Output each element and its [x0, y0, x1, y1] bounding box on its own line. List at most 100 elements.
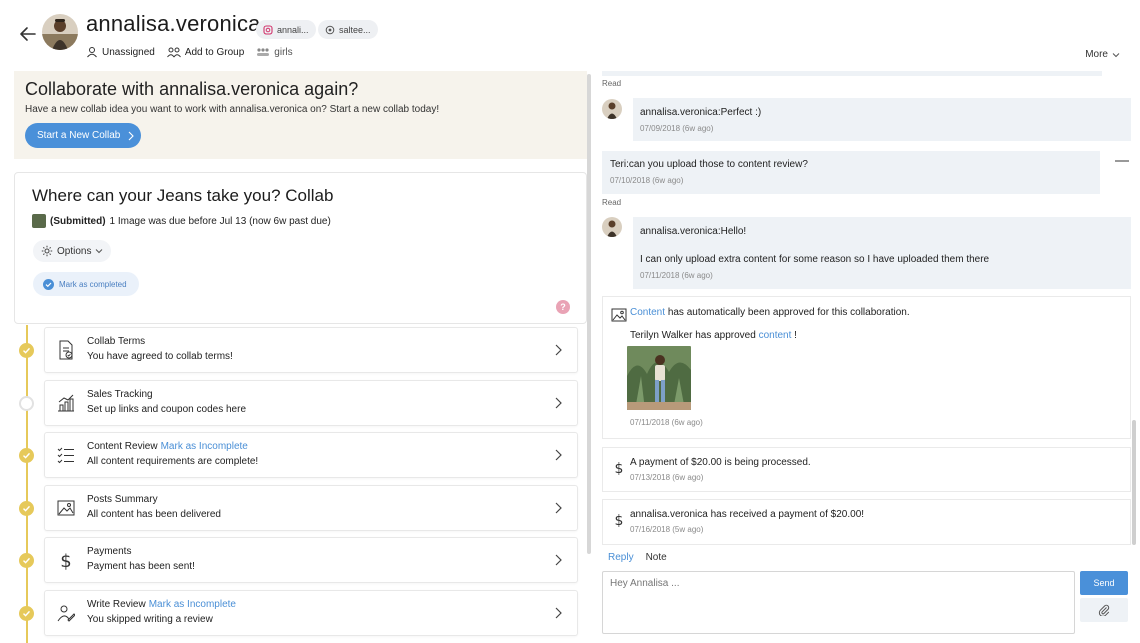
conversation-panel: Read annalisa.veronica:Perfect :) 07/09/… [600, 71, 1131, 643]
chevron-down-icon [96, 249, 103, 254]
message-bubble: annalisa.veronica:Hello! I can only uplo… [633, 217, 1131, 289]
svg-text:$: $ [60, 551, 71, 570]
paperclip-icon [1098, 604, 1110, 616]
content-link[interactable]: Content [630, 307, 665, 318]
step-payments[interactable]: $ Payments Payment has been sent! [44, 537, 578, 583]
step-description: You have agreed to collab terms! [87, 351, 233, 362]
dollar-icon: $ [60, 551, 71, 570]
image-icon [611, 308, 627, 322]
message-time: 07/10/2018 (6w ago) [610, 176, 684, 185]
message-bubble: Teri:can you upload those to content rev… [602, 151, 1100, 194]
check-icon [23, 452, 31, 459]
chevron-right-icon [555, 607, 562, 618]
secondary-handle-badge[interactable]: saltee... [318, 20, 378, 39]
mark-completed-button[interactable]: Mark as completed [33, 272, 139, 296]
assignee-selector[interactable]: Unassigned [86, 46, 155, 58]
document-check-icon [59, 340, 73, 360]
check-icon [23, 505, 31, 512]
system-event-time: 07/13/2018 (6w ago) [630, 473, 704, 482]
reply-input[interactable] [602, 571, 1075, 634]
mark-completed-label: Mark as completed [59, 279, 127, 289]
dollar-icon: $ [615, 513, 624, 528]
step-complete-indicator [19, 500, 34, 516]
user-icon [87, 47, 97, 58]
more-label: More [1085, 49, 1108, 60]
group-tag[interactable]: girls [256, 46, 293, 58]
step-description: All content has been delivered [87, 508, 221, 520]
page-title: annalisa.veronica [86, 11, 261, 36]
step-complete-indicator [19, 605, 34, 621]
mark-incomplete-link[interactable]: Mark as Incomplete [149, 599, 236, 610]
review-icon [57, 605, 75, 622]
add-to-group-button[interactable]: Add to Group [166, 46, 245, 58]
status-detail: 1 Image was due before Jul 13 (now 6w pa… [109, 215, 331, 227]
group-icon [166, 47, 181, 58]
start-new-collab-button[interactable]: Start a New Collab [25, 123, 141, 148]
svg-text:$: $ [615, 461, 624, 476]
instagram-icon [263, 24, 273, 35]
system-event-payment-processing: $ A payment of $20.00 is being processed… [602, 447, 1131, 492]
add-to-group-label: Add to Group [184, 46, 245, 58]
read-receipt: Read [602, 79, 622, 88]
dollar-icon: $ [615, 461, 624, 476]
step-content-review[interactable]: Content Review Mark as Incomplete All cont… [44, 432, 578, 478]
step-title: Collab Terms [87, 336, 145, 347]
instagram-handle-badge[interactable]: annali... [256, 20, 316, 39]
content-thumbnail [32, 214, 46, 228]
check-icon [23, 347, 31, 354]
send-button[interactable]: Send [1080, 571, 1128, 595]
step-complete-indicator [19, 553, 34, 568]
avatar [602, 217, 622, 237]
tab-note[interactable]: Note [646, 552, 667, 563]
message-text: Teri:can you upload those to content rev… [610, 159, 808, 170]
gear-icon [41, 245, 53, 257]
group-label: girls [274, 46, 293, 58]
step-posts-summary[interactable]: Posts Summary All content has been delive… [44, 484, 578, 531]
chevron-right-icon [555, 502, 562, 513]
options-label: Options [57, 245, 92, 257]
step-title-text: Write Review [87, 598, 146, 610]
assignee-label: Unassigned [102, 46, 155, 58]
approved-content-thumbnail[interactable] [627, 346, 691, 410]
left-scrollbar[interactable] [587, 74, 591, 554]
attach-button[interactable] [1080, 598, 1128, 622]
approval-text: Terilyn Walker has approved content ! [630, 330, 797, 341]
read-receipt: Read [602, 198, 622, 207]
step-title: Posts Summary [87, 494, 158, 505]
avatar [602, 99, 622, 119]
chevron-right-icon [555, 449, 562, 461]
chevron-right-icon [555, 344, 562, 356]
collab-again-banner: Collaborate with annalisa.veronica again… [14, 71, 587, 159]
banner-title: Collaborate with annalisa.veronica again… [25, 79, 359, 99]
approval-prefix: Terilyn Walker has approved [630, 330, 756, 341]
step-write-review[interactable]: Write Review Mark as Incomplete You skippe… [44, 589, 578, 636]
back-arrow-icon[interactable] [18, 24, 38, 44]
approved-content-link[interactable]: content [759, 330, 792, 341]
system-event-text: A payment of $20.00 is being processed. [630, 457, 811, 468]
message-text: annalisa.veronica:Hello! [640, 226, 747, 237]
step-sales-tracking[interactable]: Sales Tracking Set up links and coupon co… [44, 379, 578, 426]
profile-meta-row: Unassigned Add to Group girls [86, 46, 293, 58]
avatar[interactable] [42, 14, 78, 50]
mark-incomplete-link[interactable]: Mark as Incomplete [161, 441, 248, 452]
more-menu-button[interactable]: More [1085, 49, 1120, 60]
step-title-text: Collab Terms [87, 336, 146, 347]
message-menu-icon[interactable] [1115, 160, 1129, 162]
options-dropdown[interactable]: Options [33, 240, 112, 262]
step-collab-terms[interactable]: Collab Terms You have agreed to collab te… [44, 327, 578, 373]
composer-tabs: Reply Note [608, 552, 667, 563]
tab-reply[interactable]: Reply [608, 552, 634, 563]
step-title: Sales Tracking [87, 389, 153, 400]
step-description: Set up links and coupon codes here [87, 403, 246, 415]
system-event-time: 07/11/2018 (6w ago) [630, 418, 703, 427]
help-icon[interactable]: ? [556, 300, 570, 314]
step-title: Payments [87, 546, 131, 557]
right-scrollbar[interactable] [1132, 420, 1136, 545]
chevron-right-icon [555, 397, 562, 408]
start-new-collab-label: Start a New Collab [37, 130, 121, 141]
step-title-text: Payments [87, 546, 132, 557]
check-circle-icon [43, 278, 54, 290]
message-text: I can only upload extra content for some… [640, 254, 990, 265]
message-text: annalisa.veronica:Perfect :) [640, 107, 762, 118]
svg-text:$: $ [615, 513, 624, 528]
